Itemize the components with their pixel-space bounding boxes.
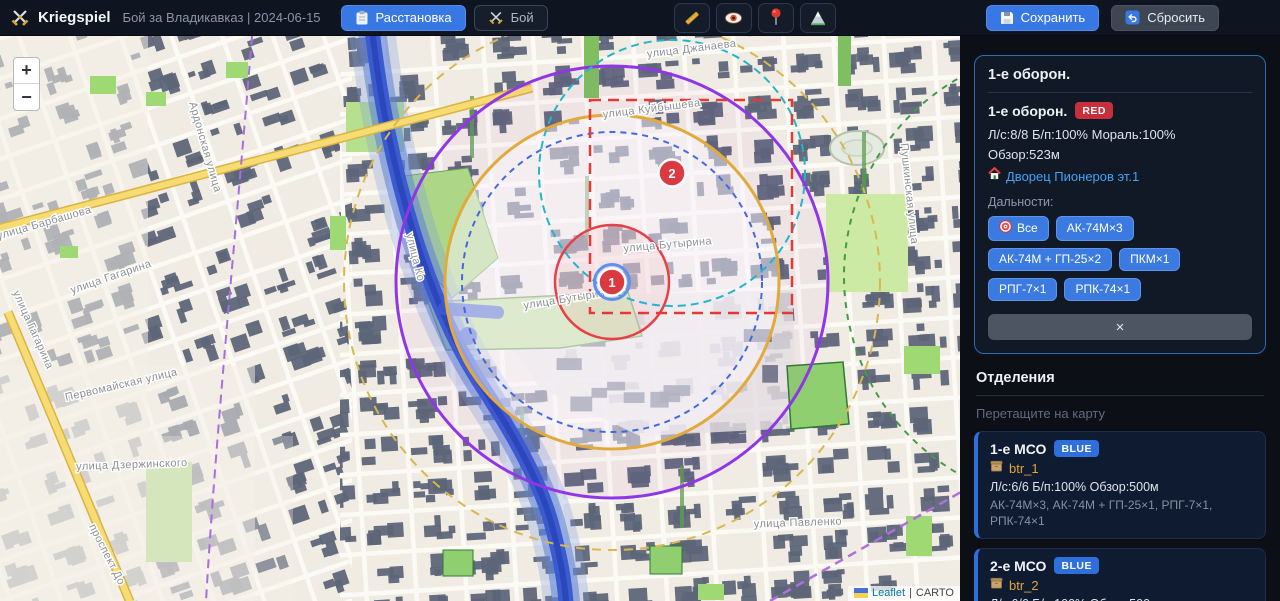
range-button-label: РПГ-7×1 — [999, 282, 1047, 296]
range-button-label: Все — [1017, 221, 1038, 235]
unit-stats: Л/с:8/8 Б/п:100% Мораль:100% — [988, 127, 1176, 142]
map-attribution: Leaflet | CARTO — [848, 586, 960, 601]
unit-location-link[interactable]: Дворец Пионеров эт.1 — [1006, 169, 1139, 184]
range-button-label: ПКМ×1 — [1130, 252, 1170, 266]
eye-icon — [724, 11, 743, 24]
squads-heading: Отделения — [976, 370, 1264, 396]
house-icon — [988, 166, 1001, 185]
panel-divider — [988, 92, 1252, 93]
battle-subtitle: Бой за Владикавказ | 2024-06-15 — [122, 10, 321, 25]
map-tiles[interactable]: улица Барбашоваулица Гагаринаулица Гагар… — [0, 36, 960, 601]
mountain-icon — [810, 11, 825, 25]
battle-button-label: Бой — [510, 10, 534, 25]
unit-vision: Обзор:523м — [988, 146, 1060, 162]
range-button[interactable]: АК-74М + ГП-25×2 — [988, 248, 1113, 271]
zoom-out-button[interactable]: − — [14, 84, 39, 110]
visibility-tool-button[interactable] — [715, 2, 752, 33]
reset-button[interactable]: Сбросить — [1111, 4, 1219, 31]
unit-info-panel: 1-е оборон. 1-е оборон. RED Л/с:8/8 Б/п:… — [974, 55, 1266, 354]
map-canvas[interactable]: улица Барбашова улица Гагарина улица Гагар… — [0, 36, 960, 601]
setup-button-label: Расстановка — [375, 10, 452, 25]
reset-icon — [1125, 10, 1140, 25]
ruler-tool-button[interactable] — [673, 2, 710, 33]
map-zoom-control: + − — [13, 57, 40, 111]
unit-name: 1-е оборон. — [988, 102, 1068, 119]
zoom-in-button[interactable]: + — [14, 58, 39, 84]
carto-label: CARTO — [915, 587, 954, 599]
app-title: Kriegspiel — [38, 9, 111, 26]
squad-stats: Л/с:6/6 Б/п:100% Обзор:500м — [990, 480, 1159, 494]
side-badge: BLUE — [1054, 440, 1100, 457]
vehicle-label: btr_2 — [1009, 577, 1039, 593]
sidebar: 1-е оборон. 1-е оборон. RED Л/с:8/8 Б/п:… — [960, 36, 1280, 601]
close-panel-button[interactable]: × — [988, 314, 1252, 340]
squad-name: 1-е МСО — [990, 440, 1047, 457]
terrain-tool-button[interactable] — [799, 2, 836, 33]
svg-text:1: 1 — [608, 275, 615, 290]
range-button[interactable]: ПКМ×1 — [1119, 248, 1181, 271]
side-badge: BLUE — [1054, 557, 1100, 575]
squad-card[interactable]: 2-е МСО BLUE btr_2 Л/с:6/6 Б/п:100% Обзор:5… — [974, 548, 1266, 601]
pin-icon — [770, 8, 781, 25]
svg-text:2: 2 — [668, 166, 675, 181]
side-badge: RED — [1075, 102, 1113, 119]
range-button[interactable]: РПК-74×1 — [1064, 278, 1142, 301]
range-buttons: Все АК-74М×3 АК-74М + ГП-25×2 ПКМ×1 РПГ-7×1 Р… — [988, 216, 1252, 301]
save-button[interactable]: Сохранить — [985, 4, 1100, 31]
battle-button[interactable]: Бой — [473, 4, 548, 31]
squad-name: 2-е МСО — [990, 557, 1047, 574]
pin-tool-button[interactable] — [757, 2, 794, 33]
top-bar: Kriegspiel Бой за Владикавказ | 2024-06-… — [0, 0, 1280, 36]
range-button-label: АК-74М + ГП-25×2 — [999, 252, 1102, 266]
reset-button-label: Сбросить — [1147, 10, 1205, 25]
header-actions: Сохранить Сбросить — [985, 4, 1219, 31]
map-tools — [673, 2, 836, 33]
target-icon — [999, 220, 1012, 236]
ukraine-flag-icon — [854, 588, 868, 598]
range-button-label: РПК-74×1 — [1075, 282, 1131, 296]
crossed-swords-icon — [11, 9, 29, 26]
ranges-label: Дальности: — [988, 195, 1054, 209]
ruler-icon — [685, 11, 699, 24]
range-button[interactable]: РПГ-7×1 — [988, 278, 1058, 301]
squads-hint: Перетащите на карту — [976, 406, 1106, 421]
range-button[interactable]: Все — [988, 216, 1049, 241]
vehicle-label: btr_1 — [1009, 460, 1039, 476]
leaflet-link[interactable]: Leaflet — [872, 587, 905, 599]
squad-card[interactable]: 1-е МСО BLUE btr_1 Л/с:6/6 Б/п:100% Обзор:5… — [974, 431, 1266, 540]
squad-weapons: АК-74М×3, АК-74М + ГП-25×1, РПГ-7×1, РПК… — [990, 498, 1213, 529]
squad-card-list: 1-е МСО BLUE btr_1 Л/с:6/6 Б/п:100% Обзор:5… — [974, 431, 1266, 601]
unit-marker[interactable]: 1 — [593, 263, 631, 301]
setup-button[interactable]: Расстановка — [340, 4, 466, 31]
range-button[interactable]: АК-74М×3 — [1055, 216, 1134, 241]
app-brand: Kriegspiel Бой за Владикавказ | 2024-06-… — [10, 8, 321, 28]
save-icon — [1000, 11, 1013, 24]
unit-marker[interactable]: 2 — [657, 158, 687, 188]
range-button-label: АК-74М×3 — [1066, 221, 1123, 235]
battle-swords-icon — [488, 11, 503, 24]
box-icon — [990, 459, 1003, 477]
attribution-separator: | — [909, 587, 912, 599]
panel-title: 1-е оборон. — [988, 67, 1071, 83]
squad-stats: Л/с:6/6 Б/п:100% Обзор:500м — [990, 597, 1253, 601]
clipboard-icon — [356, 10, 368, 25]
box-icon — [990, 576, 1003, 594]
save-button-label: Сохранить — [1020, 10, 1086, 25]
